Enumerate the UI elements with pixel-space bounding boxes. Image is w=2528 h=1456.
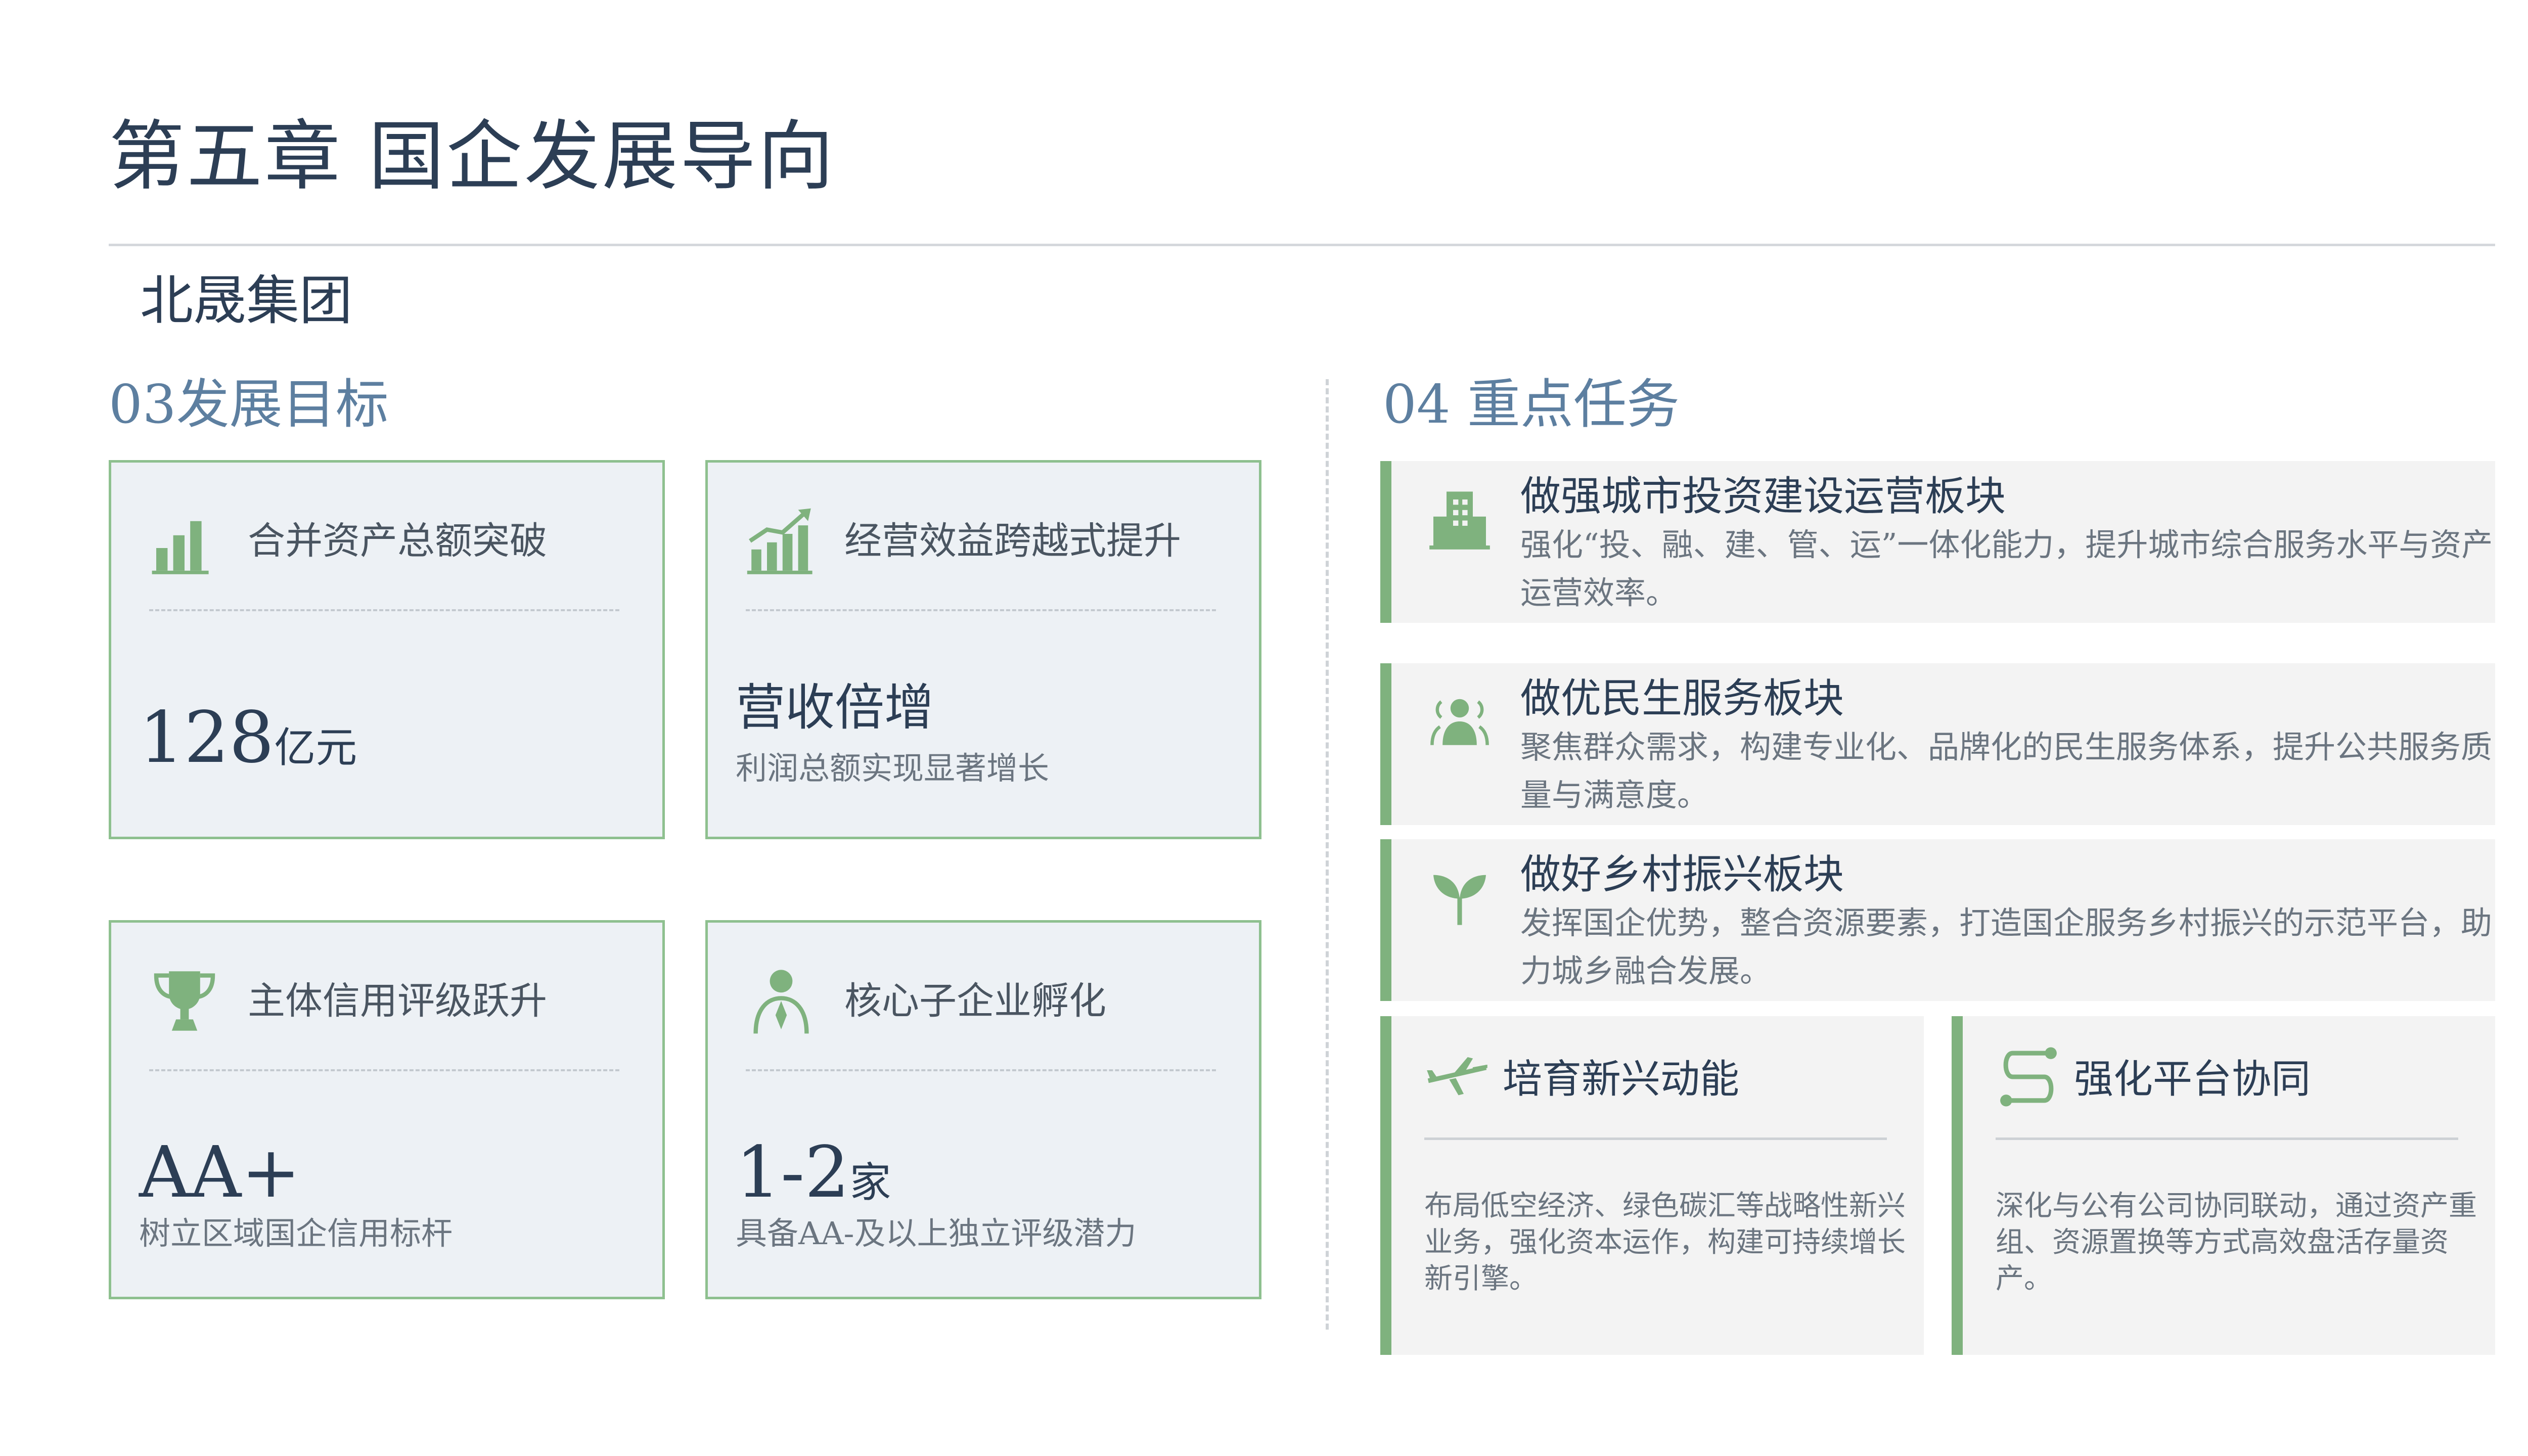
goal-value-number: 128 [139,697,275,779]
person-icon [746,966,817,1036]
bar-chart-icon [149,506,220,576]
task-title: 培育新兴动能 [1503,1057,1740,1102]
task-title: 做优民生服务板块 [1520,675,1844,722]
route-icon [1996,1044,2061,1110]
column-divider [1326,379,1329,1330]
goal-card-efficiency: 经营效益跨越式提升 营收倍增 利润总额实现显著增长 [705,460,1261,839]
goal-value-unit: 亿元 [274,724,357,772]
title-divider [109,244,2495,246]
goal-subtext: 具备AA-及以上独立评级潜力 [736,1215,1137,1252]
goals-heading: 03发展目标 [109,374,389,435]
task-title: 做好乡村振兴板块 [1520,851,1844,898]
goal-subtext: 树立区域国企信用标杆 [139,1215,453,1252]
goal-title: 主体信用评级跃升 [248,979,547,1023]
task-description: 发挥国企优势，整合资源要素，打造国企服务乡村振兴的示范平台，助力城乡融合发展。 [1520,904,2493,989]
page-title: 第五章 国企发展导向 [109,113,836,201]
task-description: 聚焦群众需求，构建专业化、品牌化的民生服务体系，提升公共服务质量与满意度。 [1520,729,2493,813]
goal-title: 核心子企业孵化 [844,979,1106,1023]
task-card-livelihood: 做优民生服务板块 聚焦群众需求，构建专业化、品牌化的民生服务体系，提升公共服务质… [1380,663,2495,825]
tasks-heading: 04 重点任务 [1383,374,1680,435]
goal-card-subsidiary: 核心子企业孵化 1-2家 具备AA-及以上独立评级潜力 [705,920,1261,1299]
goal-title: 合并资产总额突破 [248,519,547,563]
airplane-icon [1424,1044,1490,1110]
task-description: 布局低空经济、绿色碳汇等战略性新兴业务，强化资本运作，构建可持续增长新引擎。 [1424,1190,1906,1295]
task-card-urban: 做强城市投资建设运营板块 强化“投、融、建、管、运”一体化能力，提升城市综合服务… [1380,461,2495,623]
company-name: 北晟集团 [140,270,353,332]
task-separator [1424,1138,1887,1140]
task-card-emerging: 培育新兴动能 布局低空经济、绿色碳汇等战略性新兴业务，强化资本运作，构建可持续增… [1380,1016,1924,1355]
sprout-icon [1427,864,1493,930]
people-icon [1427,689,1493,754]
goal-card-credit: 主体信用评级跃升 AA+ 树立区域国企信用标杆 [109,920,665,1299]
goal-value: 营收倍增 [736,679,934,737]
goal-separator [149,1069,619,1071]
trophy-icon [149,966,220,1036]
task-separator [1996,1138,2458,1140]
goal-separator [746,1069,1216,1071]
task-title: 强化平台协同 [2074,1057,2311,1102]
task-description: 深化与公有公司协同联动，通过资产重组、资源置换等方式高效盘活存量资产。 [1996,1190,2477,1295]
goal-card-assets: 合并资产总额突破 128亿元 [109,460,665,839]
goal-value-number: 1-2 [736,1131,850,1214]
goal-separator [149,609,619,611]
task-description: 强化“投、融、建、管、运”一体化能力，提升城市综合服务水平与资产运营效率。 [1520,526,2493,611]
task-title: 做强城市投资建设运营板块 [1520,473,2006,520]
task-card-synergy: 强化平台协同 深化与公有公司协同联动，通过资产重组、资源置换等方式高效盘活存量资… [1952,1016,2495,1355]
growth-chart-icon [746,506,817,576]
task-card-rural: 做好乡村振兴板块 发挥国企优势，整合资源要素，打造国企服务乡村振兴的示范平台，助… [1380,839,2495,1001]
goal-subtext: 利润总额实现显著增长 [736,750,1050,787]
goal-value: 128亿元 [139,695,357,791]
goal-separator [746,609,1216,611]
building-icon [1427,486,1493,552]
goal-value-unit: 家 [849,1159,891,1207]
goal-title: 经营效益跨越式提升 [844,519,1181,563]
goal-value: AA+ [139,1131,301,1214]
